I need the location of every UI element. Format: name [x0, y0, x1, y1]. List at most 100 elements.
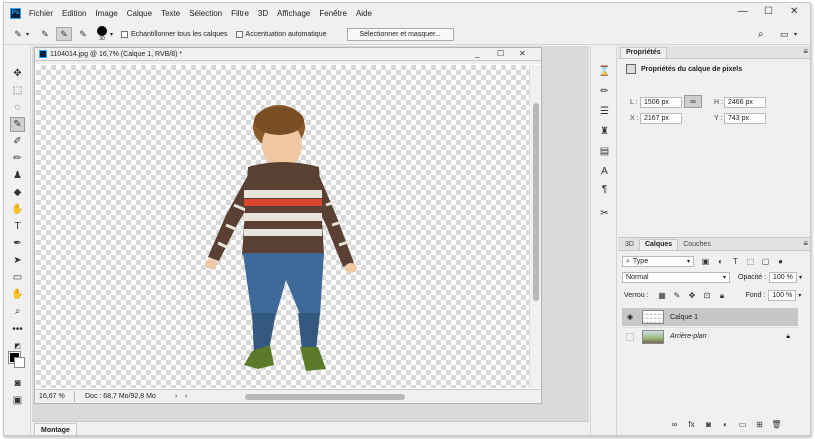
search-icon[interactable]: ⌕ [758, 29, 764, 40]
layer-row-calque-1[interactable]: ◉ Calque 1 [622, 308, 798, 326]
filter-type-icon[interactable]: T [730, 256, 741, 267]
new-layer-icon[interactable]: ⊞ [753, 420, 766, 429]
chevron-down-icon[interactable]: ▾ [110, 31, 113, 38]
blend-mode-select[interactable]: Normal ▾ [622, 272, 730, 283]
zoom-level[interactable]: 16,67 % [35, 391, 75, 402]
menu-selection[interactable]: Sélection [189, 9, 222, 18]
eye-icon[interactable]: ◉ [624, 311, 636, 323]
menu-affichage[interactable]: Affichage [277, 9, 310, 18]
stamp-tool-icon[interactable]: ♟ [10, 168, 25, 183]
lasso-tool-icon[interactable]: ◌ [10, 100, 25, 115]
doc-minimize-button[interactable]: _ [475, 49, 479, 58]
tab-calques[interactable]: Calques [638, 239, 679, 250]
subtract-selection-icon[interactable]: ✎ [75, 27, 91, 41]
filter-shape-icon[interactable]: ⬚ [745, 256, 756, 267]
tab-couches[interactable]: Couches [678, 240, 716, 250]
type-tool-icon[interactable]: T [10, 219, 25, 234]
zoom-tool-icon[interactable]: ⌕ [10, 304, 25, 319]
arrow-right-icon[interactable]: › [175, 393, 177, 400]
workspace-icon[interactable]: ▭ [780, 29, 789, 40]
menu-3d[interactable]: 3D [258, 9, 268, 18]
new-selection-icon[interactable]: ✎ [37, 27, 53, 41]
tool-presets-icon[interactable]: ▤ [597, 144, 612, 159]
quick-mask-icon[interactable]: ◙ [10, 376, 25, 391]
filter-toggle-icon[interactable]: ● [775, 256, 786, 267]
clone-source-icon[interactable]: ♜ [597, 124, 612, 139]
lock-transparency-icon[interactable]: ▦ [657, 290, 668, 301]
history-icon[interactable]: ⌛ [597, 64, 612, 79]
character-icon[interactable]: A [597, 164, 612, 179]
auto-enhance-checkbox[interactable]: Accentuation automatique [235, 30, 327, 38]
add-mask-icon[interactable]: ◙ [702, 420, 715, 429]
maximize-button[interactable]: ☐ [764, 6, 773, 17]
eraser-tool-icon[interactable]: ◆ [10, 185, 25, 200]
brush-size-picker[interactable]: 30 [97, 26, 108, 42]
quick-selection-tool-icon[interactable]: ✎ [10, 117, 25, 132]
reset-colors-icon[interactable]: ◩ [10, 338, 25, 353]
opacity-input[interactable]: 100 % [769, 272, 798, 283]
lock-all-icon[interactable]: 🔒︎ [717, 290, 728, 301]
add-selection-icon[interactable]: ✎ [56, 27, 73, 41]
tool-preset-icon[interactable]: ✎ [10, 27, 26, 41]
brush-tool-icon[interactable]: ✏ [10, 151, 25, 166]
chevron-down-icon[interactable]: ▾ [26, 31, 29, 38]
filter-pixel-icon[interactable]: ▣ [700, 256, 711, 267]
doc-close-button[interactable]: ✕ [519, 49, 526, 58]
y-input[interactable]: 743 px [724, 113, 766, 124]
chevron-down-icon[interactable]: ▾ [798, 292, 801, 299]
panel-menu-icon[interactable]: ≡ [803, 239, 808, 248]
image-canvas[interactable] [36, 65, 529, 388]
adjustment-layer-icon[interactable]: ◐ [719, 420, 732, 429]
menu-calque[interactable]: Calque [127, 9, 152, 18]
path-selection-tool-icon[interactable]: ➤ [10, 253, 25, 268]
move-tool-icon[interactable]: ✥ [10, 66, 25, 81]
fx-icon[interactable]: fx [685, 420, 698, 429]
panel-menu-icon[interactable]: ≡ [803, 47, 808, 56]
filter-smart-icon[interactable]: ▢ [760, 256, 771, 267]
filter-adjust-icon[interactable]: ◐ [715, 256, 726, 267]
visibility-toggle[interactable] [626, 332, 634, 341]
height-input[interactable]: 2466 px [724, 97, 766, 108]
doc-info[interactable]: Doc : 68,7 Mo/92,8 Mo [85, 393, 156, 400]
tab-properties[interactable]: Propriétés [620, 47, 667, 58]
adjustments-icon[interactable]: ☰ [597, 104, 612, 119]
pen-tool-icon[interactable]: ✒ [10, 236, 25, 251]
link-icon[interactable]: ∞ [684, 95, 702, 108]
paragraph-icon[interactable]: ¶ [597, 182, 612, 197]
burn-tool-icon[interactable]: ✋ [10, 202, 25, 217]
more-tools-icon[interactable]: ••• [10, 322, 25, 337]
lock-pixels-icon[interactable]: ✎ [672, 290, 683, 301]
lock-artboard-icon[interactable]: ⊡ [702, 290, 713, 301]
arrow-left-icon[interactable]: ‹ [185, 393, 187, 400]
shape-tool-icon[interactable]: ▭ [10, 270, 25, 285]
sample-all-checkbox[interactable]: Echantillonner tous les calques [121, 30, 228, 38]
width-input[interactable]: 1506 px [640, 97, 682, 108]
tools-settings-icon[interactable]: ✂ [597, 206, 612, 221]
layer-row-arriere-plan[interactable]: Arrière-plan 🔒︎ [622, 327, 798, 345]
vertical-scrollbar[interactable] [529, 65, 541, 388]
link-layers-icon[interactable]: ∞ [668, 420, 681, 429]
close-button[interactable]: ✕ [790, 6, 798, 17]
eyedropper-tool-icon[interactable]: ✐ [10, 134, 25, 149]
hand-tool-icon[interactable]: ✋ [10, 287, 25, 302]
menu-fichier[interactable]: Fichier [29, 9, 53, 18]
x-input[interactable]: 2167 px [640, 113, 682, 124]
menu-aide[interactable]: Aide [356, 9, 372, 18]
doc-maximize-button[interactable]: ☐ [497, 49, 504, 58]
delete-layer-icon[interactable]: 🗑︎ [770, 420, 783, 429]
marquee-tool-icon[interactable]: ⬚ [10, 83, 25, 98]
menu-filtre[interactable]: Filtre [231, 9, 249, 18]
scrollbar-thumb[interactable] [533, 103, 539, 301]
screen-mode-icon[interactable]: ▣ [10, 393, 25, 408]
layer-filter-select[interactable]: ⌕ Type ▾ [622, 256, 694, 267]
background-color-swatch[interactable] [14, 357, 25, 368]
document-tab[interactable]: 1104014.jpg @ 16,7% (Calque 1, RVB/8) * … [35, 48, 541, 61]
menu-edition[interactable]: Edition [62, 9, 86, 18]
brush-settings-icon[interactable]: ✏ [597, 84, 612, 99]
minimize-button[interactable]: — [738, 6, 748, 17]
fill-input[interactable]: 100 % [768, 290, 797, 301]
montage-tab[interactable]: Montage [34, 423, 77, 435]
lock-position-icon[interactable]: ✥ [687, 290, 698, 301]
menu-fenetre[interactable]: Fenêtre [319, 9, 347, 18]
menu-texte[interactable]: Texte [161, 9, 180, 18]
